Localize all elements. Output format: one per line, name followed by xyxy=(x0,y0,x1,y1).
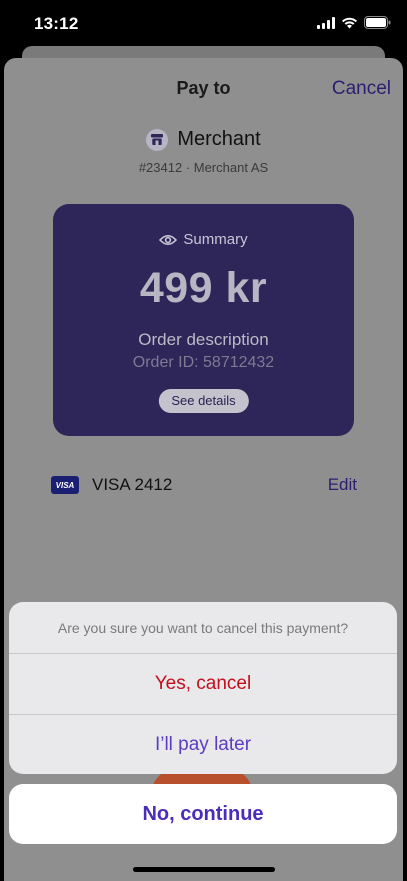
eye-icon xyxy=(159,234,178,245)
yes-cancel-button[interactable]: Yes, cancel xyxy=(9,654,397,715)
no-continue-button[interactable]: No, continue xyxy=(9,784,397,844)
merchant-subtitle: #23412 · Merchant AS xyxy=(138,160,269,175)
pay-later-button[interactable]: I’ll pay later xyxy=(9,715,397,774)
confirmation-question: Are you sure you want to cancel this pay… xyxy=(9,602,397,654)
merchant-name: Merchant xyxy=(177,128,261,150)
payment-amount: 499 kr xyxy=(139,264,268,312)
cancel-confirmation-sheet: Are you sure you want to cancel this pay… xyxy=(9,602,397,774)
merchant-row: Merchant xyxy=(4,128,403,151)
home-indicator xyxy=(132,867,275,872)
visa-card-icon: VISA xyxy=(51,476,79,494)
phone-screen: 13:12 Pay to Cancel Merchant #23412 · Me… xyxy=(0,0,407,881)
battery-icon xyxy=(364,16,391,29)
wifi-icon xyxy=(342,17,357,28)
status-time: 13:12 xyxy=(34,14,79,33)
summary-header: Summary xyxy=(53,231,354,248)
see-details-button[interactable]: See details xyxy=(158,389,249,413)
summary-label: Summary xyxy=(183,231,248,248)
status-bar: 13:12 xyxy=(0,0,407,48)
order-id: Order ID: 58712432 xyxy=(132,354,275,371)
edit-payment-button[interactable]: Edit xyxy=(328,475,357,495)
payment-method-row: VISA VISA 2412 Edit xyxy=(51,472,357,498)
summary-card: Summary 499 kr Order description Order I… xyxy=(53,204,354,436)
status-icons xyxy=(317,16,391,29)
cancel-button[interactable]: Cancel xyxy=(332,78,391,100)
merchant-store-icon xyxy=(146,128,169,151)
cellular-signal-icon xyxy=(317,16,335,29)
card-label: VISA 2412 xyxy=(92,475,173,494)
order-description: Order description xyxy=(138,330,269,349)
